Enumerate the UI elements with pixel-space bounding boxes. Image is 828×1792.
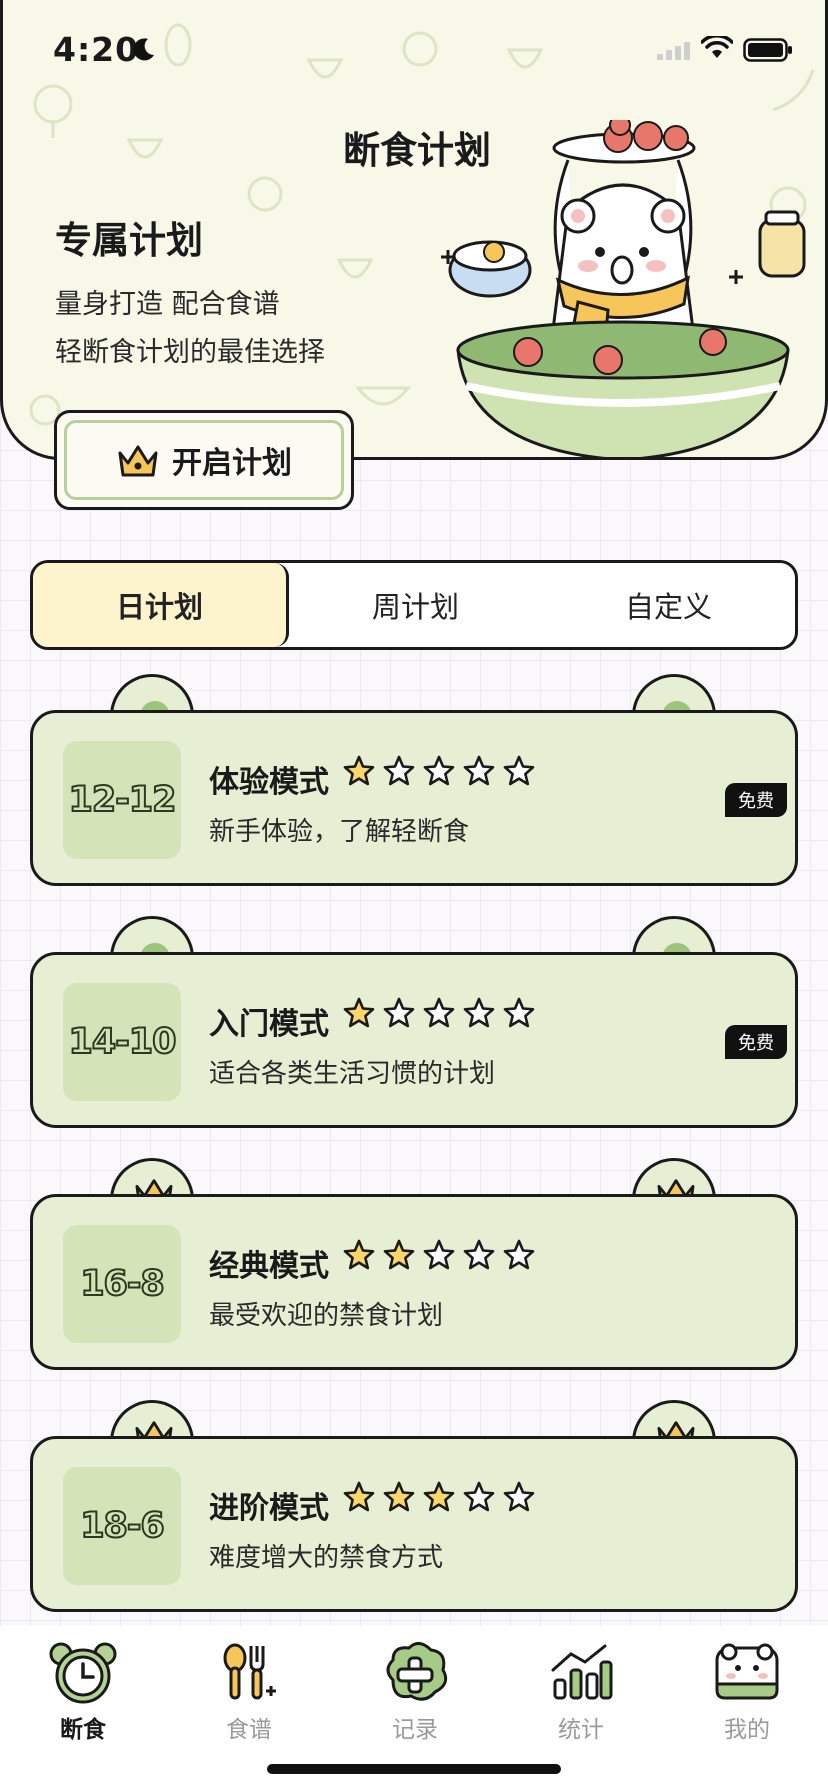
nav-recipes[interactable]: 食谱 xyxy=(189,1640,309,1744)
strawberry-doodle-icon xyxy=(336,258,374,279)
difficulty-stars xyxy=(343,1481,535,1513)
status-bar: 4:20 xyxy=(3,0,825,100)
moon-icon xyxy=(133,38,154,61)
plan-type-tabs: 日计划 周计划 自定义 xyxy=(30,560,798,650)
fasting-ratio: 14-10 xyxy=(63,983,181,1101)
add-record-icon xyxy=(386,1642,448,1701)
start-plan-label: 开启计划 xyxy=(172,446,292,481)
star-filled-icon xyxy=(343,1481,375,1512)
star-empty-icon xyxy=(503,997,535,1028)
nav-statistics[interactable]: 统计 xyxy=(521,1640,641,1744)
nav-fasting[interactable]: 断食 xyxy=(23,1640,143,1744)
star-filled-icon xyxy=(343,755,375,786)
battery-icon xyxy=(743,38,792,62)
plan-subtitle: 适合各类生活习惯的计划 xyxy=(209,1059,496,1089)
bear-in-bowl-illustration xyxy=(441,120,806,457)
nav-label: 统计 xyxy=(558,1717,604,1743)
star-filled-icon xyxy=(343,997,375,1028)
spoon-fork-icon xyxy=(223,1643,276,1700)
fasting-ratio: 12-12 xyxy=(63,741,181,859)
apple-doodle-icon xyxy=(247,176,283,212)
star-empty-icon xyxy=(463,997,495,1028)
star-empty-icon xyxy=(503,1481,535,1512)
star-empty-icon xyxy=(423,755,455,786)
plan-subtitle: 最受欢迎的禁食计划 xyxy=(209,1301,444,1331)
plan-card-body: 14-10 入门模式 适合各类生活习惯的计划 免费 xyxy=(30,952,798,1128)
fasting-ratio: 18-6 xyxy=(63,1467,181,1585)
plan-card-16-8[interactable]: 16-8 经典模式 最受欢迎的禁食计划 xyxy=(30,1158,798,1370)
nav-label: 我的 xyxy=(724,1717,770,1743)
nav-profile[interactable]: 我的 xyxy=(687,1640,807,1744)
star-empty-icon xyxy=(463,755,495,786)
plan-subtitle: 难度增大的禁食方式 xyxy=(209,1543,444,1573)
difficulty-stars xyxy=(343,755,535,787)
watermelon-doodle-icon xyxy=(354,386,412,406)
wifi-icon xyxy=(701,36,733,58)
tab-custom[interactable]: 自定义 xyxy=(542,563,795,647)
difficulty-stars xyxy=(343,1239,535,1271)
nav-record[interactable]: 记录 xyxy=(355,1640,475,1744)
difficulty-stars xyxy=(343,997,535,1029)
star-empty-icon xyxy=(463,1239,495,1270)
star-empty-icon xyxy=(503,1239,535,1270)
nav-label: 断食 xyxy=(60,1717,106,1743)
plan-card-12-12[interactable]: 12-12 体验模式 新手体验，了解轻断食 免费 xyxy=(30,674,798,886)
tab-weekly-plan[interactable]: 周计划 xyxy=(289,563,542,647)
plan-card-body: 18-6 进阶模式 难度增大的禁食方式 xyxy=(30,1436,798,1612)
nav-label: 食谱 xyxy=(226,1717,272,1743)
plan-title: 体验模式 xyxy=(209,765,329,800)
free-badge: 免费 xyxy=(725,783,787,817)
plan-description-line2: 轻断食计划的最佳选择 xyxy=(55,337,325,368)
plan-card-18-6[interactable]: 18-6 进阶模式 难度增大的禁食方式 xyxy=(30,1400,798,1612)
status-time: 4:20 xyxy=(53,30,140,69)
plan-headline: 专属计划 xyxy=(55,218,203,262)
plan-card-body: 12-12 体验模式 新手体验，了解轻断食 免费 xyxy=(30,710,798,886)
home-indicator xyxy=(267,1764,561,1774)
header-banner: 4:20 断食计划 专属计划 量身打造 配合食谱 轻断食计划的最佳选择 xyxy=(0,0,828,460)
plan-card-14-10[interactable]: 14-10 入门模式 适合各类生活习惯的计划 免费 xyxy=(30,916,798,1128)
plan-title: 进阶模式 xyxy=(209,1491,329,1526)
nav-label: 记录 xyxy=(392,1717,438,1743)
start-plan-button[interactable]: 开启计划 xyxy=(54,410,354,510)
plan-title: 入门模式 xyxy=(209,1007,329,1042)
plan-description-line1: 量身打造 配合食谱 xyxy=(55,289,280,320)
star-empty-icon xyxy=(423,1239,455,1270)
star-filled-icon xyxy=(343,1239,375,1270)
tab-daily-plan[interactable]: 日计划 xyxy=(33,563,289,647)
start-plan-button-inner: 开启计划 xyxy=(64,420,344,500)
cellular-signal-icon xyxy=(657,42,690,60)
fasting-ratio: 16-8 xyxy=(63,1225,181,1343)
star-filled-icon xyxy=(383,1239,415,1270)
star-empty-icon xyxy=(503,755,535,786)
star-filled-icon xyxy=(423,1481,455,1512)
bar-chart-icon xyxy=(551,1644,613,1700)
bear-avatar-icon xyxy=(715,1643,779,1700)
plan-title: 经典模式 xyxy=(209,1249,329,1284)
alarm-clock-icon xyxy=(49,1642,117,1704)
star-filled-icon xyxy=(383,1481,415,1512)
free-badge: 免费 xyxy=(725,1025,787,1059)
star-empty-icon xyxy=(463,1481,495,1512)
star-empty-icon xyxy=(383,755,415,786)
star-empty-icon xyxy=(383,997,415,1028)
star-empty-icon xyxy=(423,997,455,1028)
plan-subtitle: 新手体验，了解轻断食 xyxy=(209,817,470,847)
crown-icon xyxy=(118,445,158,477)
plan-card-body: 16-8 经典模式 最受欢迎的禁食计划 xyxy=(30,1194,798,1370)
